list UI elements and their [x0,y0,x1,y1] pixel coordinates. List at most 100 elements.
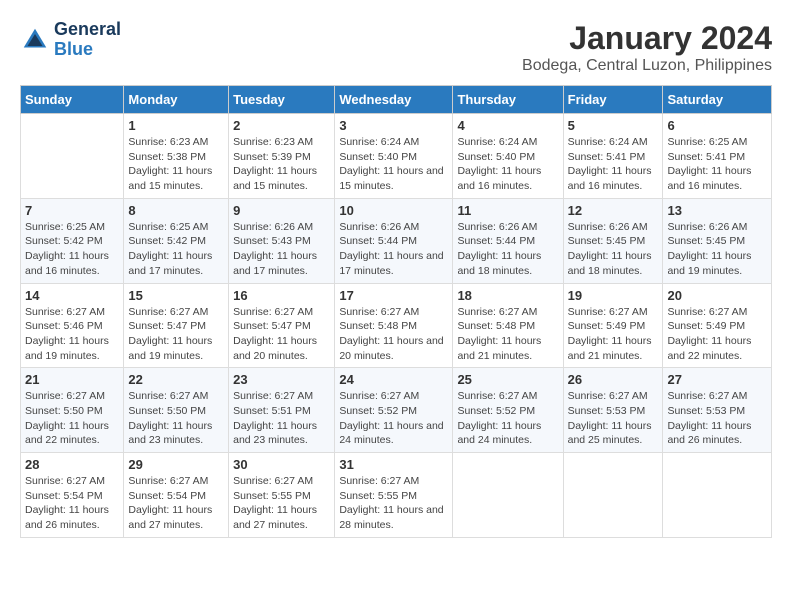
day-info: Sunrise: 6:27 AM Sunset: 5:46 PM Dayligh… [25,305,119,364]
logo: General Blue [20,20,121,60]
day-info: Sunrise: 6:27 AM Sunset: 5:49 PM Dayligh… [568,305,659,364]
day-info: Sunrise: 6:26 AM Sunset: 5:43 PM Dayligh… [233,220,330,279]
calendar-header-tuesday: Tuesday [229,86,335,114]
day-info: Sunrise: 6:24 AM Sunset: 5:40 PM Dayligh… [457,135,558,194]
calendar-cell: 4 Sunrise: 6:24 AM Sunset: 5:40 PM Daylig… [453,114,563,199]
day-info: Sunrise: 6:27 AM Sunset: 5:55 PM Dayligh… [233,474,330,533]
calendar-cell: 31 Sunrise: 6:27 AM Sunset: 5:55 PM Dayli… [335,453,453,538]
day-info: Sunrise: 6:26 AM Sunset: 5:44 PM Dayligh… [339,220,448,279]
day-info: Sunrise: 6:27 AM Sunset: 5:47 PM Dayligh… [233,305,330,364]
calendar-cell: 2 Sunrise: 6:23 AM Sunset: 5:39 PM Daylig… [229,114,335,199]
logo-icon [20,25,50,55]
month-title: January 2024 [522,20,772,57]
calendar-cell: 8Sunrise: 6:25 AM Sunset: 5:42 PM Daylig… [124,198,229,283]
day-info: Sunrise: 6:27 AM Sunset: 5:49 PM Dayligh… [667,305,767,364]
day-info: Sunrise: 6:25 AM Sunset: 5:42 PM Dayligh… [25,220,119,279]
day-info: Sunrise: 6:27 AM Sunset: 5:47 PM Dayligh… [128,305,224,364]
calendar-cell: 23 Sunrise: 6:27 AM Sunset: 5:51 PM Dayli… [229,368,335,453]
day-info: Sunrise: 6:27 AM Sunset: 5:52 PM Dayligh… [339,389,448,448]
calendar-cell: 6 Sunrise: 6:25 AM Sunset: 5:41 PM Daylig… [663,114,772,199]
calendar-header-row: SundayMondayTuesdayWednesdayThursdayFrid… [21,86,772,114]
calendar-header-friday: Friday [563,86,663,114]
calendar-cell: 30 Sunrise: 6:27 AM Sunset: 5:55 PM Dayli… [229,453,335,538]
calendar-cell: 7 Sunrise: 6:25 AM Sunset: 5:42 PM Daylig… [21,198,124,283]
day-info: Sunrise: 6:23 AM Sunset: 5:39 PM Dayligh… [233,135,330,194]
calendar-cell: 1Sunrise: 6:23 AM Sunset: 5:38 PM Daylig… [124,114,229,199]
day-info: Sunrise: 6:27 AM Sunset: 5:51 PM Dayligh… [233,389,330,448]
calendar-cell: 11Sunrise: 6:26 AM Sunset: 5:44 PM Dayli… [453,198,563,283]
calendar-cell: 28Sunrise: 6:27 AM Sunset: 5:54 PM Dayli… [21,453,124,538]
calendar-cell: 26 Sunrise: 6:27 AM Sunset: 5:53 PM Dayli… [563,368,663,453]
day-number: 16 [233,288,330,303]
day-number: 17 [339,288,448,303]
day-number: 30 [233,457,330,472]
day-number: 7 [25,203,119,218]
calendar-cell: 16 Sunrise: 6:27 AM Sunset: 5:47 PM Dayli… [229,283,335,368]
day-number: 18 [457,288,558,303]
calendar-cell: 27 Sunrise: 6:27 AM Sunset: 5:53 PM Dayli… [663,368,772,453]
calendar-cell: 3 Sunrise: 6:24 AM Sunset: 5:40 PM Daylig… [335,114,453,199]
day-info: Sunrise: 6:25 AM Sunset: 5:41 PM Dayligh… [667,135,767,194]
calendar-week-row: 7 Sunrise: 6:25 AM Sunset: 5:42 PM Daylig… [21,198,772,283]
calendar-cell: 13 Sunrise: 6:26 AM Sunset: 5:45 PM Dayli… [663,198,772,283]
calendar-cell: 20 Sunrise: 6:27 AM Sunset: 5:49 PM Dayli… [663,283,772,368]
day-number: 27 [667,372,767,387]
calendar-cell: 15 Sunrise: 6:27 AM Sunset: 5:47 PM Dayli… [124,283,229,368]
logo-text: General Blue [54,20,121,60]
day-number: 22 [128,372,224,387]
day-info: Sunrise: 6:27 AM Sunset: 5:50 PM Dayligh… [25,389,119,448]
day-number: 21 [25,372,119,387]
day-info: Sunrise: 6:27 AM Sunset: 5:54 PM Dayligh… [128,474,224,533]
day-number: 6 [667,118,767,133]
calendar-cell: 9 Sunrise: 6:26 AM Sunset: 5:43 PM Daylig… [229,198,335,283]
day-number: 5 [568,118,659,133]
day-info: Sunrise: 6:26 AM Sunset: 5:45 PM Dayligh… [667,220,767,279]
calendar-cell: 18Sunrise: 6:27 AM Sunset: 5:48 PM Dayli… [453,283,563,368]
calendar-table: SundayMondayTuesdayWednesdayThursdayFrid… [20,85,772,538]
day-number: 2 [233,118,330,133]
day-info: Sunrise: 6:24 AM Sunset: 5:40 PM Dayligh… [339,135,448,194]
day-number: 19 [568,288,659,303]
day-number: 3 [339,118,448,133]
day-number: 9 [233,203,330,218]
calendar-week-row: 1Sunrise: 6:23 AM Sunset: 5:38 PM Daylig… [21,114,772,199]
day-info: Sunrise: 6:27 AM Sunset: 5:53 PM Dayligh… [568,389,659,448]
calendar-header-thursday: Thursday [453,86,563,114]
calendar-cell: 12Sunrise: 6:26 AM Sunset: 5:45 PM Dayli… [563,198,663,283]
day-number: 26 [568,372,659,387]
day-number: 31 [339,457,448,472]
calendar-cell: 17 Sunrise: 6:27 AM Sunset: 5:48 PM Dayli… [335,283,453,368]
calendar-header-wednesday: Wednesday [335,86,453,114]
day-number: 13 [667,203,767,218]
day-number: 23 [233,372,330,387]
calendar-header-sunday: Sunday [21,86,124,114]
calendar-cell [21,114,124,199]
day-number: 20 [667,288,767,303]
calendar-cell: 19 Sunrise: 6:27 AM Sunset: 5:49 PM Dayli… [563,283,663,368]
day-info: Sunrise: 6:27 AM Sunset: 5:55 PM Dayligh… [339,474,448,533]
day-info: Sunrise: 6:27 AM Sunset: 5:54 PM Dayligh… [25,474,119,533]
day-info: Sunrise: 6:27 AM Sunset: 5:53 PM Dayligh… [667,389,767,448]
day-info: Sunrise: 6:27 AM Sunset: 5:50 PM Dayligh… [128,389,224,448]
calendar-cell: 14 Sunrise: 6:27 AM Sunset: 5:46 PM Dayli… [21,283,124,368]
calendar-cell [663,453,772,538]
calendar-cell: 10 Sunrise: 6:26 AM Sunset: 5:44 PM Dayli… [335,198,453,283]
day-number: 15 [128,288,224,303]
calendar-cell: 5Sunrise: 6:24 AM Sunset: 5:41 PM Daylig… [563,114,663,199]
day-info: Sunrise: 6:27 AM Sunset: 5:48 PM Dayligh… [339,305,448,364]
day-info: Sunrise: 6:26 AM Sunset: 5:44 PM Dayligh… [457,220,558,279]
day-info: Sunrise: 6:27 AM Sunset: 5:52 PM Dayligh… [457,389,558,448]
day-number: 29 [128,457,224,472]
title-section: January 2024 Bodega, Central Luzon, Phil… [522,20,772,75]
day-number: 10 [339,203,448,218]
day-info: Sunrise: 6:26 AM Sunset: 5:45 PM Dayligh… [568,220,659,279]
calendar-header-monday: Monday [124,86,229,114]
page-header: General Blue January 2024 Bodega, Centra… [20,20,772,75]
calendar-cell: 24Sunrise: 6:27 AM Sunset: 5:52 PM Dayli… [335,368,453,453]
location-title: Bodega, Central Luzon, Philippines [522,57,772,75]
day-number: 4 [457,118,558,133]
day-number: 14 [25,288,119,303]
calendar-cell [453,453,563,538]
day-number: 8 [128,203,224,218]
calendar-cell [563,453,663,538]
